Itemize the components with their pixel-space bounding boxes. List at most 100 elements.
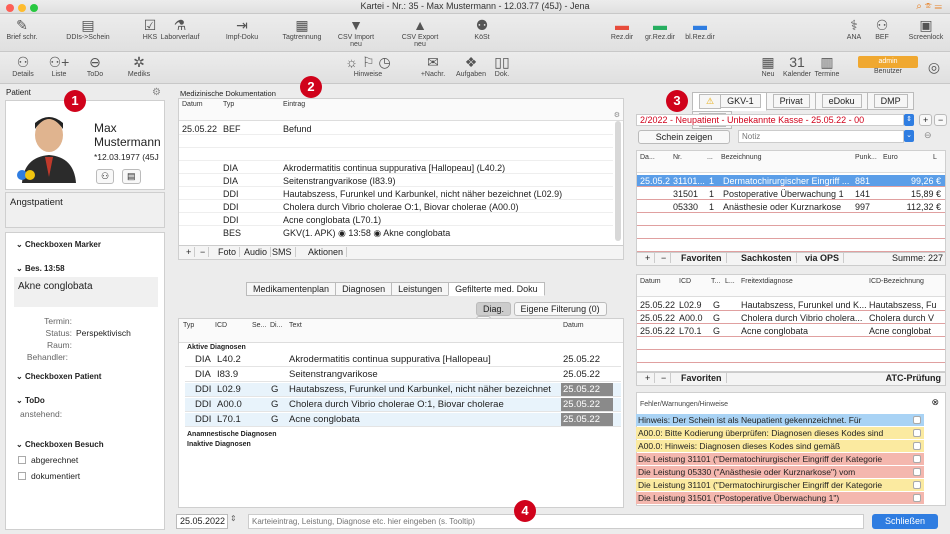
date-field[interactable]: 25.05.2022 [176,514,228,529]
hint-row[interactable]: Die Leistung 31501 ("Postoperative Überw… [636,492,924,504]
eigene-filterung-button[interactable]: Eigene Filterung (0) [513,302,607,316]
col-icd[interactable]: ICD [215,322,227,329]
meddoc-btn-3[interactable]: Audio [241,247,272,257]
leist-btn-2[interactable]: Favoriten [677,253,727,263]
schein-tab-3[interactable]: DMP [866,92,914,110]
hint-row[interactable]: A00.0: Hinweis: Diagnosen dieses Kodes s… [636,440,924,452]
schein-tab-1[interactable]: Privat [765,92,816,110]
diag-button[interactable]: Diag. [476,302,512,316]
scrollbar[interactable] [615,121,621,241]
mediks-button[interactable]: ✲ Mediks [122,53,156,78]
leist-btn-1[interactable]: − [657,253,672,263]
schein-selector[interactable]: 2/2022 - Neupatient - Unbekannte Kasse -… [636,114,904,126]
col-eintrag[interactable]: Eintrag [283,101,305,108]
schein-tab-2[interactable]: eDoku [814,92,868,110]
hint-checkbox[interactable] [913,442,921,450]
meddoc-btn-4[interactable]: SMS [269,247,296,257]
meddoc-row[interactable]: DDI Cholera durch Vibrio cholerae O:1, Bi… [179,201,613,213]
schliessen-button[interactable]: Schließen [872,514,938,529]
leistung-row[interactable]: 05330 1 Anästhesie oder Kurznarkose 997 112,… [637,201,945,213]
todo-back-button[interactable]: ⊖ ToDo [80,53,110,78]
termine-button[interactable]: ▥ Termine [812,53,842,78]
toolbar-button-import[interactable]: ▼ CSV Import neu [332,16,380,48]
leist-col-6[interactable]: L [933,154,937,161]
hint-row[interactable]: A00.0: Bitte Kodierung überprüfen: Diagn… [636,427,924,439]
leist-col-4[interactable]: Punk... [855,154,877,161]
hinweise-button[interactable]: ☼ ⚐ ◷ Hinweise [340,53,396,78]
meddoc-row[interactable]: DDI Acne conglobata (L70.1) [179,214,613,226]
hint-checkbox[interactable] [913,494,921,502]
toolbar-button-flask[interactable]: ⚗ Laborverlauf [156,16,204,41]
hint-checkbox[interactable] [913,481,921,489]
details-button[interactable]: ⚇ Details [8,53,38,78]
abr-diag-btn-2[interactable]: Favoriten [677,373,727,383]
meddoc-row[interactable]: 25.05.22 BEF Befund [179,123,613,135]
col-seite[interactable]: Se... [252,322,266,329]
gear-icon[interactable]: ⚙ [152,87,161,98]
diag-col-0[interactable]: Datum [640,278,661,285]
tab-3[interactable]: Gefilterte med. Doku [448,282,545,296]
meddoc-row[interactable]: BES GKV(1. APK) ◉ 13:58 ◉ Akne conglobata [179,227,613,239]
diagnose-row[interactable]: DIA L40.2 Akrodermatitis continua suppurat… [185,353,621,367]
tab-2[interactable]: Leistungen [391,282,450,296]
abr-diagnose-row[interactable]: 25.05.22 L70.1 G Acne conglobata Acne conglo… [637,325,945,337]
notiz-input[interactable] [738,130,904,143]
abr-diagnose-row[interactable]: 25.05.22 L02.9 G Hautabszess, Furunkel und … [637,299,945,311]
minus-circle-icon[interactable]: ⊖ [924,130,932,141]
dokumentiert-checkbox[interactable]: dokumentiert [18,471,80,481]
besuch-section[interactable]: ⌄ Checkboxen Besuch [6,439,164,451]
patient-note[interactable]: Angstpatient [5,192,165,228]
entry-input[interactable] [248,514,864,529]
toolbar-button-syringe[interactable]: ⇥ Impf-Doku [218,16,266,41]
schein-tab-0[interactable]: ⚠ GKV-1 [692,92,767,111]
hint-checkbox[interactable] [913,429,921,437]
toolbar-button-export[interactable]: ▲ CSV Export neu [396,16,444,48]
leist-col-3[interactable]: Bezeichnung [721,154,761,161]
benutzer-selector[interactable]: admin Benutzer [858,56,918,75]
col-typ[interactable]: Typ [223,101,234,108]
leistung-row[interactable]: 25.05.2 31101... 1 Dermatochirurgischer Ein… [637,175,945,187]
hint-checkbox[interactable] [913,455,921,463]
meddoc-btn-2[interactable]: Foto [215,247,241,257]
liste-button[interactable]: ⚇+ Liste [44,53,74,78]
add-schein-button[interactable]: + [919,114,933,126]
meddoc-row[interactable] [179,136,613,148]
schein-zeigen-button[interactable]: Schein zeigen [638,130,730,144]
abgerechnet-checkbox[interactable]: abgerechnet [18,455,78,465]
toolbar-button-prescription-blue[interactable]: ▬ bl.Rez.dir [676,16,724,41]
meddoc-row[interactable]: DIA Seitenstrangvarikose (I83.9) [179,175,613,187]
chevron-updown-icon[interactable]: ⇕ [904,114,914,126]
toolbar-button-vitruvian[interactable]: ⚉ KöSt [458,16,506,41]
abr-diag-btn-1[interactable]: − [657,373,672,383]
leist-btn-4[interactable]: via OPS [801,253,845,263]
marker-section[interactable]: ⌄ Checkboxen Marker [6,239,164,251]
leistung-row[interactable]: 31501 1 Postoperative Überwachung 1 141 15,8… [637,188,945,200]
diag-col-2[interactable]: T... [711,278,720,285]
atc-pruefung-button[interactable]: ATC-Prüfung [886,373,941,383]
aufgaben-button[interactable]: ❖ Aufgaben [452,53,490,78]
col-typ[interactable]: Typ [183,322,194,329]
leist-btn-0[interactable]: + [641,253,656,263]
phone-icon[interactable]: ⌕ ☏ ☰ [916,0,942,13]
abr-diagnose-row[interactable]: 25.05.22 A00.0 G Cholera durch Vibrio chole… [637,312,945,324]
toolbar-button-doctor[interactable]: ⚇ BEF [858,16,906,41]
toolbar-button-screenlock[interactable]: ▣ Screenlock [902,16,950,41]
leist-btn-3[interactable]: Sachkosten [737,253,797,263]
toolbar-button-calendar[interactable]: ▦ Tagtrennung [278,16,326,41]
card-button[interactable]: ▤ [122,169,141,184]
toolbar-button-document[interactable]: ▤ DDIs->Schein [64,16,112,41]
hint-row[interactable]: Die Leistung 31101 ("Dermatochirurgische… [636,453,924,465]
close-circle-icon[interactable]: ⊗ [931,397,939,408]
abr-diag-btn-0[interactable]: + [641,373,656,383]
bes-section[interactable]: ⌄ Bes. 13:58 [6,263,164,275]
hint-row[interactable]: Die Leistung 31101 ("Dermatochirurgische… [636,479,924,491]
hint-checkbox[interactable] [913,468,921,476]
todo-section[interactable]: ⌄ ToDo [6,395,164,407]
diagnose-row[interactable]: DDI A00.0 G Cholera durch Vibrio cholerae O… [185,398,621,412]
diag-col-4[interactable]: Freitextdiagnose [741,278,793,285]
leist-col-5[interactable]: Euro [883,154,898,161]
leist-col-0[interactable]: Da... [640,154,655,161]
col-dia[interactable]: Di... [270,322,282,329]
bes-text[interactable]: Akne conglobata [14,277,158,307]
tab-1[interactable]: Diagnosen [335,282,393,296]
